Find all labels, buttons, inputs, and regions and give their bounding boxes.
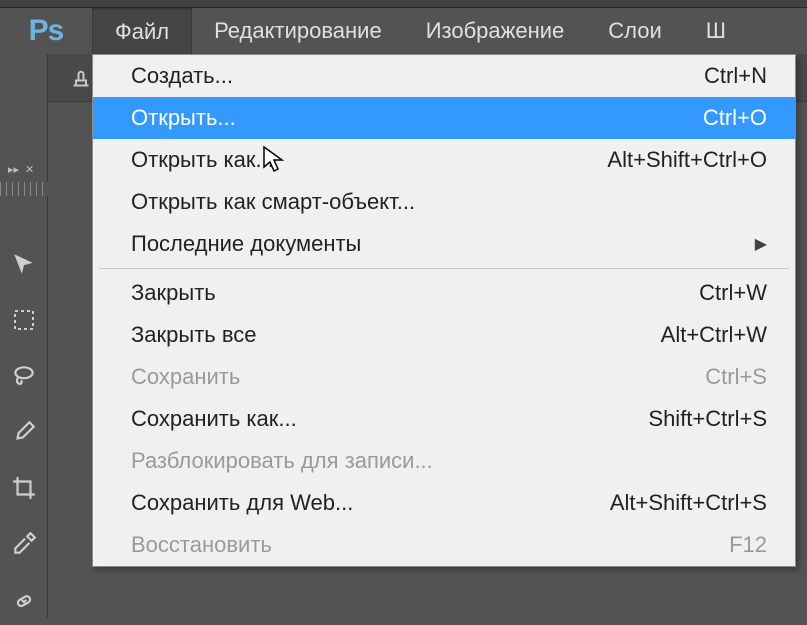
menu-item-label: Восстановить <box>131 532 272 558</box>
menu-item-new[interactable]: Создать... Ctrl+N <box>93 55 795 97</box>
menu-item-open-as[interactable]: Открыть как... Alt+Shift+Ctrl+O <box>93 139 795 181</box>
menu-item-close-all[interactable]: Закрыть все Alt+Ctrl+W <box>93 314 795 356</box>
healing-tool[interactable] <box>6 582 42 618</box>
menu-item-label: Последние документы <box>131 231 361 257</box>
menu-item-label: Сохранить для Web... <box>131 490 353 516</box>
brush-tool[interactable] <box>6 414 42 450</box>
menu-item-shortcut: Shift+Ctrl+S <box>648 406 767 432</box>
ruler <box>0 182 48 196</box>
menu-item-shortcut: Alt+Ctrl+W <box>661 322 767 348</box>
menubar: Ps Файл Редактирование Изображение Слои … <box>0 8 807 54</box>
file-menu-dropdown: Создать... Ctrl+N Открыть... Ctrl+O Откр… <box>92 54 796 567</box>
menu-item-shortcut: Ctrl+S <box>705 364 767 390</box>
menu-image[interactable]: Изображение <box>404 8 587 54</box>
menu-item-shortcut: Ctrl+N <box>704 63 767 89</box>
close-icon[interactable]: ✕ <box>25 163 34 176</box>
tools-panel <box>0 54 48 618</box>
menu-item-save[interactable]: Сохранить Ctrl+S <box>93 356 795 398</box>
crop-tool[interactable] <box>6 470 42 506</box>
menu-item-shortcut: Ctrl+W <box>699 280 767 306</box>
menu-item-label: Сохранить <box>131 364 240 390</box>
menu-layers[interactable]: Слои <box>586 8 684 54</box>
menu-file[interactable]: Файл <box>92 8 192 54</box>
menu-item-open-smart[interactable]: Открыть как смарт-объект... <box>93 181 795 223</box>
menu-more[interactable]: Ш <box>684 8 748 54</box>
chevron-right-icon: ▶ <box>755 234 767 254</box>
menu-item-label: Создать... <box>131 63 233 89</box>
menu-item-save-as[interactable]: Сохранить как... Shift+Ctrl+S <box>93 398 795 440</box>
eyedropper-tool[interactable] <box>6 526 42 562</box>
menu-item-recent[interactable]: Последние документы ▶ <box>93 223 795 265</box>
titlebar <box>0 0 807 8</box>
menu-item-label: Открыть... <box>131 105 236 131</box>
panel-tabs[interactable]: ▸▸ ✕ <box>0 158 48 180</box>
menu-item-label: Закрыть <box>131 280 216 306</box>
menu-item-save-web[interactable]: Сохранить для Web... Alt+Shift+Ctrl+S <box>93 482 795 524</box>
expand-icon[interactable]: ▸▸ <box>8 163 19 176</box>
marquee-tool[interactable] <box>6 302 42 338</box>
menu-item-revert[interactable]: Восстановить F12 <box>93 524 795 566</box>
menu-edit[interactable]: Редактирование <box>192 8 404 54</box>
menu-item-label: Открыть как смарт-объект... <box>131 189 415 215</box>
menu-item-close[interactable]: Закрыть Ctrl+W <box>93 272 795 314</box>
move-tool[interactable] <box>6 246 42 282</box>
menu-item-shortcut: F12 <box>729 532 767 558</box>
app-logo: Ps <box>0 8 92 54</box>
menu-item-label: Разблокировать для записи... <box>131 448 433 474</box>
menu-item-label: Сохранить как... <box>131 406 297 432</box>
menu-item-shortcut: Alt+Shift+Ctrl+S <box>610 490 767 516</box>
menu-separator <box>99 268 789 269</box>
menu-item-unlock[interactable]: Разблокировать для записи... <box>93 440 795 482</box>
menu-item-label: Закрыть все <box>131 322 257 348</box>
menu-item-shortcut: Ctrl+O <box>703 105 767 131</box>
menu-item-shortcut: Alt+Shift+Ctrl+O <box>607 147 767 173</box>
lasso-tool[interactable] <box>6 358 42 394</box>
menu-item-label: Открыть как... <box>131 147 274 173</box>
menu-item-open[interactable]: Открыть... Ctrl+O <box>93 97 795 139</box>
